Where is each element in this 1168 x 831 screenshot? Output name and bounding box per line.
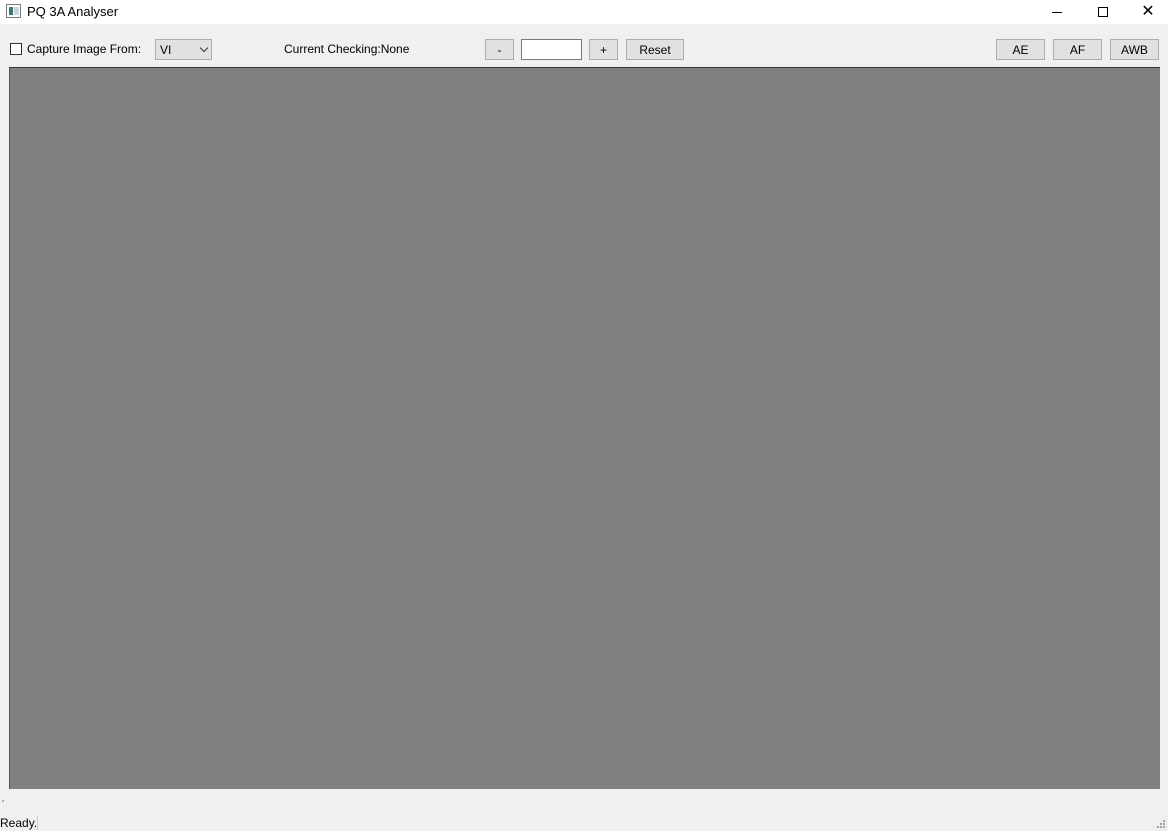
window-title: PQ 3A Analyser	[27, 4, 119, 19]
title-bar: PQ 3A Analyser ✕	[0, 0, 1168, 24]
image-viewport[interactable]	[9, 67, 1160, 789]
ae-button[interactable]: AE	[996, 39, 1045, 60]
resize-grip-icon[interactable]	[1157, 820, 1165, 828]
splitter-handle[interactable]	[2, 800, 4, 802]
current-checking-label: Current Checking:None	[284, 42, 410, 56]
maximize-button[interactable]	[1080, 0, 1126, 24]
capture-checkbox-label[interactable]: Capture Image From:	[27, 42, 141, 56]
reset-button[interactable]: Reset	[626, 39, 684, 60]
status-bar: Ready.	[0, 800, 1168, 831]
status-text: Ready.	[0, 816, 38, 830]
close-button[interactable]: ✕	[1125, 0, 1168, 24]
toolbar: Capture Image From: VI Current Checking:…	[0, 24, 1168, 67]
value-input[interactable]	[521, 39, 582, 60]
decrement-button[interactable]: -	[485, 39, 514, 60]
awb-button[interactable]: AWB	[1110, 39, 1159, 60]
minimize-icon	[1052, 11, 1062, 13]
close-icon: ✕	[1141, 3, 1155, 20]
minimize-button[interactable]	[1034, 0, 1080, 24]
af-button[interactable]: AF	[1053, 39, 1102, 60]
capture-checkbox[interactable]	[10, 43, 22, 55]
chevron-down-icon	[199, 43, 209, 53]
source-select[interactable]: VI	[155, 39, 212, 60]
maximize-icon	[1098, 7, 1108, 17]
app-icon	[6, 4, 21, 18]
increment-button[interactable]: +	[589, 39, 618, 60]
source-select-value: VI	[160, 43, 172, 57]
status-separator	[37, 815, 38, 830]
